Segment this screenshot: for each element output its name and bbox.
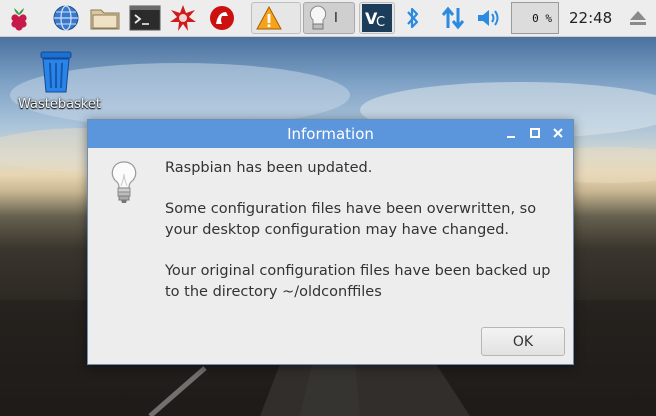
dialog-message: Raspbian has been updated. Some configur… (165, 158, 565, 323)
network-icon[interactable] (438, 3, 468, 33)
minimize-icon[interactable] (504, 126, 518, 140)
ok-button[interactable]: OK (481, 327, 565, 356)
svg-text:C: C (376, 15, 385, 30)
eject-icon[interactable] (626, 3, 650, 33)
task-vnc-window[interactable]: V C (359, 2, 395, 34)
lightbulb-icon (309, 5, 327, 30)
raspberry-menu-icon[interactable] (4, 3, 34, 33)
lightbulb-icon (111, 161, 137, 203)
message-line-backup: Your original configuration files have b… (165, 263, 551, 300)
desktop-icon-label: Wastebasket (18, 97, 102, 112)
message-line-updated: Raspbian has been updated. (165, 160, 373, 176)
web-browser-icon[interactable] (50, 3, 82, 33)
cpu-usage-text: 0 % (532, 11, 552, 25)
close-icon[interactable] (551, 126, 565, 140)
mathematica-icon[interactable] (206, 3, 238, 33)
wolfram-icon[interactable] (168, 3, 198, 33)
warning-icon (256, 6, 282, 30)
bluetooth-icon[interactable] (402, 3, 424, 33)
taskbar: I V C 0 % 22:48 (0, 0, 656, 37)
maximize-icon[interactable] (528, 126, 542, 140)
clock[interactable]: 22:48 (569, 9, 612, 27)
task-label: I (334, 10, 338, 26)
vnc-icon: V C (362, 4, 392, 32)
volume-icon[interactable] (475, 3, 503, 33)
cpu-usage-monitor[interactable]: 0 % (511, 2, 559, 34)
dialog-title: Information (287, 125, 374, 143)
information-dialog: Information Raspbian has been updated. S… (87, 119, 574, 365)
file-manager-icon[interactable] (88, 3, 122, 33)
dialog-titlebar[interactable]: Information (88, 120, 573, 148)
message-line-overwritten: Some configuration files have been overw… (165, 201, 537, 238)
task-warning-window[interactable] (251, 2, 301, 34)
task-information-window[interactable]: I (303, 2, 355, 34)
wastebasket-icon (40, 51, 72, 93)
terminal-icon[interactable] (128, 3, 162, 33)
